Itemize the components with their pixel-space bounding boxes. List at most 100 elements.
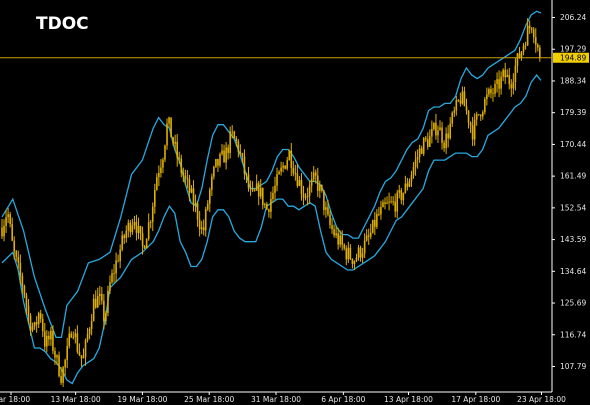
- candle-body: [296, 173, 299, 186]
- candle-body: [96, 296, 99, 308]
- candle-body: [534, 37, 537, 45]
- candle-body: [66, 345, 68, 360]
- candle-body: [190, 188, 193, 193]
- candle-body: [272, 192, 274, 199]
- candle-body: [496, 79, 498, 84]
- candle-body: [321, 184, 323, 191]
- candle-body: [174, 141, 176, 144]
- candle-body: [429, 136, 431, 147]
- candle-body: [13, 240, 16, 252]
- chart-canvas[interactable]: 206.24 197.29 188.34 179.39 170.44 161.49 152.…: [0, 0, 590, 405]
- candle-body: [514, 65, 517, 83]
- candle-body: [355, 257, 358, 262]
- candle-body: [119, 249, 121, 262]
- candle-body: [402, 192, 405, 201]
- candle-body: [233, 131, 236, 139]
- candle-body: [361, 253, 364, 258]
- y-tick-label: 161.49: [560, 172, 586, 181]
- candle-body: [351, 258, 354, 265]
- candle-body: [98, 293, 101, 297]
- candle-body: [101, 293, 103, 301]
- candle-body: [363, 240, 366, 254]
- candle-body: [431, 129, 433, 137]
- candle-body: [243, 156, 246, 174]
- candle-body: [135, 222, 138, 233]
- candle-body: [94, 298, 97, 308]
- x-tick-label: 6 Apr 18:00: [321, 395, 365, 404]
- candle-body: [127, 222, 130, 231]
- candle-body: [539, 47, 541, 58]
- candle-body: [231, 131, 234, 133]
- candle-body: [188, 179, 191, 193]
- candle-body: [459, 100, 462, 104]
- candle-body: [54, 350, 56, 358]
- candle-body: [457, 100, 460, 101]
- candle-body: [416, 157, 419, 160]
- candlesticks: [1, 18, 541, 388]
- candle-body: [268, 209, 270, 212]
- candle-body: [105, 312, 107, 322]
- candle-body: [406, 183, 409, 187]
- x-tick-label: 13 Mar 18:00: [51, 395, 101, 404]
- candle-body: [437, 130, 439, 136]
- candle-body: [19, 262, 22, 276]
- candle-body: [490, 89, 492, 93]
- candle-body: [17, 256, 20, 263]
- candle-body: [319, 184, 321, 191]
- candle-body: [266, 204, 268, 210]
- candle-body: [46, 335, 48, 347]
- candle-body: [502, 69, 504, 77]
- candle-body: [192, 188, 195, 205]
- candle-body: [153, 190, 156, 207]
- lower-band-line: [1, 74, 542, 385]
- candle-body: [198, 219, 201, 230]
- candle-body: [158, 172, 160, 178]
- candle-body: [143, 246, 146, 249]
- bollinger-bands: [1, 10, 542, 385]
- candle-body: [237, 141, 240, 152]
- candle-body: [184, 175, 187, 178]
- candle-body: [302, 193, 305, 198]
- y-tick-label: 143.59: [560, 235, 586, 244]
- candle-body: [433, 122, 435, 130]
- candle-body: [162, 159, 164, 168]
- candle-body: [312, 172, 315, 180]
- candle-body: [400, 190, 403, 201]
- candle-body: [48, 335, 50, 340]
- candle-body: [304, 197, 307, 199]
- candle-body: [384, 202, 386, 204]
- candle-body: [398, 190, 401, 193]
- candle-body: [357, 247, 360, 258]
- candle-body: [467, 110, 470, 123]
- candle-body: [445, 133, 447, 149]
- candle-body: [164, 145, 166, 160]
- candle-body: [451, 112, 454, 124]
- candle-body: [439, 127, 441, 131]
- candle-body: [215, 158, 217, 167]
- candle-body: [111, 273, 113, 283]
- candle-body: [486, 94, 488, 100]
- candle-body: [5, 217, 7, 226]
- candle-body: [390, 201, 392, 203]
- candle-body: [280, 167, 282, 172]
- candle-body: [253, 190, 256, 192]
- candle-body: [166, 123, 168, 146]
- candle-body: [182, 172, 185, 176]
- candle-body: [107, 290, 109, 313]
- candle-body: [43, 331, 46, 347]
- candle-body: [151, 206, 154, 222]
- candle-body: [56, 355, 58, 358]
- candle-body: [325, 207, 327, 210]
- price-chart[interactable]: 206.24 197.29 188.34 179.39 170.44 161.49 152.…: [0, 0, 590, 405]
- candle-body: [235, 138, 238, 142]
- x-tick-label: 31 Mar 18:00: [251, 395, 301, 404]
- candle-body: [471, 125, 474, 140]
- candle-body: [473, 119, 476, 140]
- candle-body: [494, 83, 496, 94]
- candle-body: [349, 247, 352, 259]
- candle-body: [219, 154, 221, 166]
- candle-body: [424, 138, 427, 140]
- candle-body: [229, 131, 231, 153]
- candle-body: [537, 44, 539, 48]
- candle-body: [172, 137, 174, 144]
